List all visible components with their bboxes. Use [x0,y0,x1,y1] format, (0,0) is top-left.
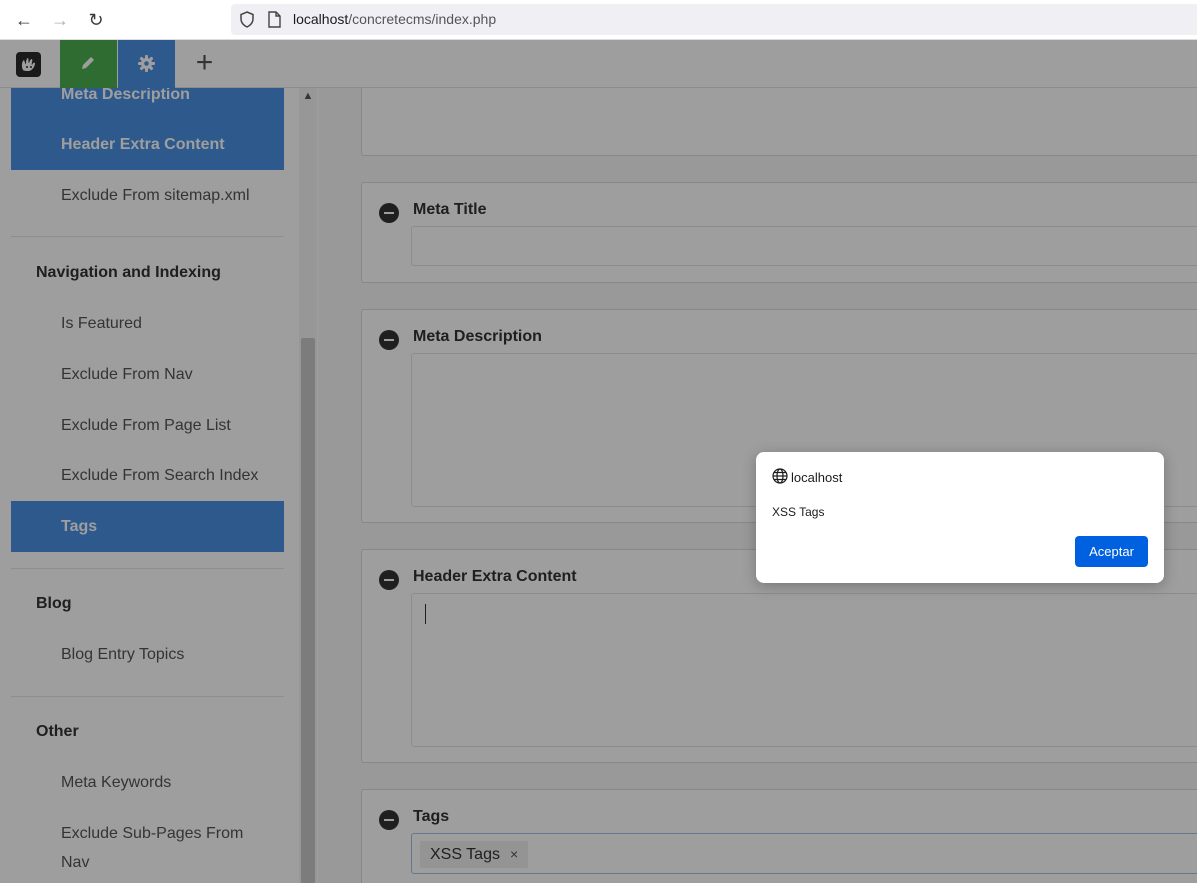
url-path: /concretecms/index.php [348,11,497,27]
url-text[interactable]: localhost/concretecms/index.php [293,11,496,28]
url-host: localhost [293,11,349,27]
shield-icon[interactable] [239,11,255,33]
dialog-message: XSS Tags [772,505,825,519]
dialog-origin: localhost [791,470,843,485]
browser-toolbar: ← → ↻ localhost/concretecms/index.php [0,0,1197,40]
page-info-icon[interactable] [267,11,281,33]
forward-button[interactable]: → [47,8,73,32]
reload-button[interactable]: ↻ [83,8,109,32]
globe-icon [772,468,788,489]
address-bar[interactable]: localhost/concretecms/index.php [231,4,1197,35]
back-button[interactable]: ← [11,8,37,32]
alert-dialog: localhost XSS Tags Aceptar [756,452,1164,583]
accept-button[interactable]: Aceptar [1075,536,1148,567]
